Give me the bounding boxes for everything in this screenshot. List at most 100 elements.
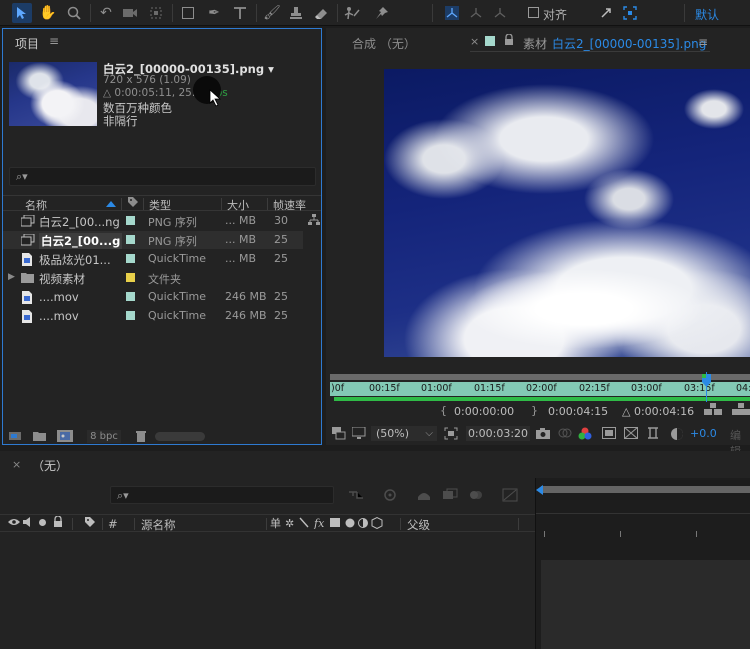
region-of-interest-icon[interactable] — [444, 427, 458, 440]
magnification-dropdown[interactable]: (50%) ⌵ — [371, 426, 437, 441]
column-fps[interactable]: 帧速率 — [273, 197, 306, 213]
new-folder-icon[interactable] — [33, 430, 47, 442]
close-tab-icon[interactable]: × — [12, 458, 21, 471]
flowchart-icon[interactable] — [308, 214, 320, 229]
clone-stamp-tool-icon[interactable] — [286, 3, 306, 23]
always-preview-icon[interactable] — [332, 427, 346, 440]
timeline-track-area[interactable] — [541, 560, 750, 649]
project-item-row[interactable]: 白云2_[00...g PNG 序列 ... MB 25 — [3, 231, 303, 249]
column-parent[interactable]: 父级 — [407, 517, 430, 533]
view-axis-icon[interactable] — [490, 3, 510, 23]
item-size: ... MB — [225, 233, 257, 246]
shy-layers-icon[interactable] — [416, 488, 432, 502]
project-horizontal-scrollbar[interactable] — [155, 432, 205, 441]
solo-icon[interactable] — [39, 519, 46, 526]
reset-exposure-icon[interactable] — [670, 427, 684, 440]
graph-editor-icon[interactable] — [502, 488, 518, 502]
expand-triangle-icon[interactable]: ▶ — [8, 272, 15, 282]
selected-file-dimensions: 720 x 576 (1.09) — [103, 74, 191, 86]
monitor-icon[interactable] — [351, 426, 366, 440]
workspace-selector[interactable]: 默认 — [695, 6, 719, 23]
time-navigator-bar[interactable] — [330, 374, 750, 380]
visibility-eye-icon[interactable] — [8, 516, 20, 531]
eraser-tool-icon[interactable] — [311, 3, 331, 23]
current-time-display[interactable]: 0:00:03:20 — [466, 426, 530, 441]
transparency-grid-icon[interactable] — [602, 427, 616, 440]
project-item-row[interactable]: 白云2_[00...ng PNG 序列 ... MB 30 — [3, 212, 303, 230]
label-column-icon[interactable] — [84, 516, 96, 531]
timeline-search-input[interactable]: ⌕▾ — [110, 486, 334, 504]
world-axis-icon[interactable] — [466, 3, 486, 23]
lock-icon[interactable] — [504, 33, 514, 49]
zoom-tool-icon[interactable] — [64, 3, 84, 23]
out-point-icon[interactable]: } — [531, 404, 538, 417]
in-point-icon[interactable]: { — [440, 404, 447, 417]
frame-blending-icon[interactable] — [442, 488, 458, 502]
project-item-row[interactable]: ....mov QuickTime 246 MB 25 — [3, 288, 303, 306]
project-tab[interactable]: 项目 — [15, 35, 39, 52]
trash-icon[interactable] — [135, 430, 149, 442]
out-point-time[interactable]: 0:00:04:15 — [548, 405, 608, 418]
project-item-row[interactable]: ▶ 视频素材 文件夹 — [3, 269, 303, 287]
rectangle-tool-icon[interactable] — [178, 3, 198, 23]
roto-brush-tool-icon[interactable] — [342, 3, 362, 23]
ripple-insert-edit-icon[interactable] — [704, 403, 724, 420]
composition-tab[interactable]: 合成 （无） — [352, 35, 416, 52]
exposure-value[interactable]: +0.0 — [690, 427, 717, 440]
grid-guides-icon[interactable] — [623, 426, 639, 440]
label-color-swatch[interactable] — [126, 216, 135, 225]
snap-checkbox[interactable] — [528, 7, 539, 18]
column-name[interactable]: 名称 — [25, 197, 47, 213]
navigator-start-handle[interactable] — [536, 485, 543, 495]
new-composition-icon[interactable] — [57, 430, 73, 442]
column-size[interactable]: 大小 — [227, 197, 249, 213]
selection-tool-icon[interactable] — [12, 3, 32, 23]
expand-icon[interactable] — [596, 3, 616, 23]
overlay-edit-icon[interactable] — [732, 403, 750, 420]
hand-tool-icon[interactable]: ✋ — [38, 3, 58, 23]
label-column-icon[interactable] — [127, 196, 139, 211]
comp-mini-flowchart-icon[interactable] — [348, 488, 364, 502]
pan-behind-tool-icon[interactable] — [146, 3, 166, 23]
time-ruler[interactable]: )0f 00:15f 01:00f 01:15f 02:00f 02:15f 03:00f 0… — [330, 382, 750, 396]
timeline-navigator-bar[interactable] — [541, 486, 750, 493]
column-type[interactable]: 类型 — [149, 197, 171, 213]
label-color-swatch[interactable] — [126, 235, 135, 244]
interpret-footage-icon[interactable] — [9, 430, 23, 442]
project-item-row[interactable]: ....mov QuickTime 246 MB 25 — [3, 307, 303, 325]
view-options-icon[interactable] — [646, 427, 660, 440]
close-tab-icon[interactable]: × — [470, 35, 479, 48]
label-color-swatch[interactable] — [126, 292, 135, 301]
project-search-input[interactable]: ⌕▾ — [9, 167, 316, 186]
local-axis-icon[interactable] — [442, 3, 462, 23]
channel-rgb-icon[interactable] — [578, 427, 592, 440]
timeline-time-ruler[interactable] — [536, 513, 750, 531]
label-color-swatch[interactable] — [126, 254, 135, 263]
in-point-time[interactable]: 0:00:00:00 — [454, 405, 514, 418]
draft-3d-icon[interactable] — [382, 488, 398, 502]
footage-tab-prefix[interactable]: 素材 — [523, 35, 547, 52]
text-tool-icon[interactable] — [230, 3, 250, 23]
lock-icon[interactable] — [53, 515, 63, 531]
pen-tool-icon[interactable]: ✒ — [204, 3, 224, 23]
timeline-tab[interactable]: （无） — [32, 457, 68, 474]
project-item-row[interactable]: 极品炫光01... QuickTime ... MB 25 — [3, 250, 303, 268]
motion-blur-icon[interactable] — [468, 488, 484, 502]
column-source-name[interactable]: 源名称 — [141, 517, 176, 533]
brush-tool-icon[interactable]: 🖌 — [262, 3, 282, 23]
project-panel-menu-icon[interactable]: ≡ — [49, 34, 59, 48]
label-color-swatch[interactable] — [126, 311, 135, 320]
label-color-swatch[interactable] — [126, 273, 135, 282]
fit-frame-icon[interactable] — [620, 3, 640, 23]
camera-tool-icon[interactable] — [120, 3, 140, 23]
bit-depth-button[interactable]: 8 bpc — [87, 430, 121, 443]
layer-switches-icons[interactable]: 单 ✲ fx — [270, 516, 400, 532]
viewer-panel-menu-icon[interactable]: ≡ — [698, 35, 708, 49]
footage-tab-name[interactable]: 白云2_[00000-00135].png — [552, 35, 706, 52]
audio-speaker-icon[interactable] — [22, 516, 34, 531]
rotate-tool-icon[interactable]: ↶ — [96, 3, 116, 23]
timeline-layer-area[interactable] — [0, 533, 535, 649]
snapshot-camera-icon[interactable] — [536, 427, 550, 440]
show-snapshot-icon[interactable] — [558, 427, 572, 440]
puppet-pin-tool-icon[interactable] — [372, 3, 392, 23]
